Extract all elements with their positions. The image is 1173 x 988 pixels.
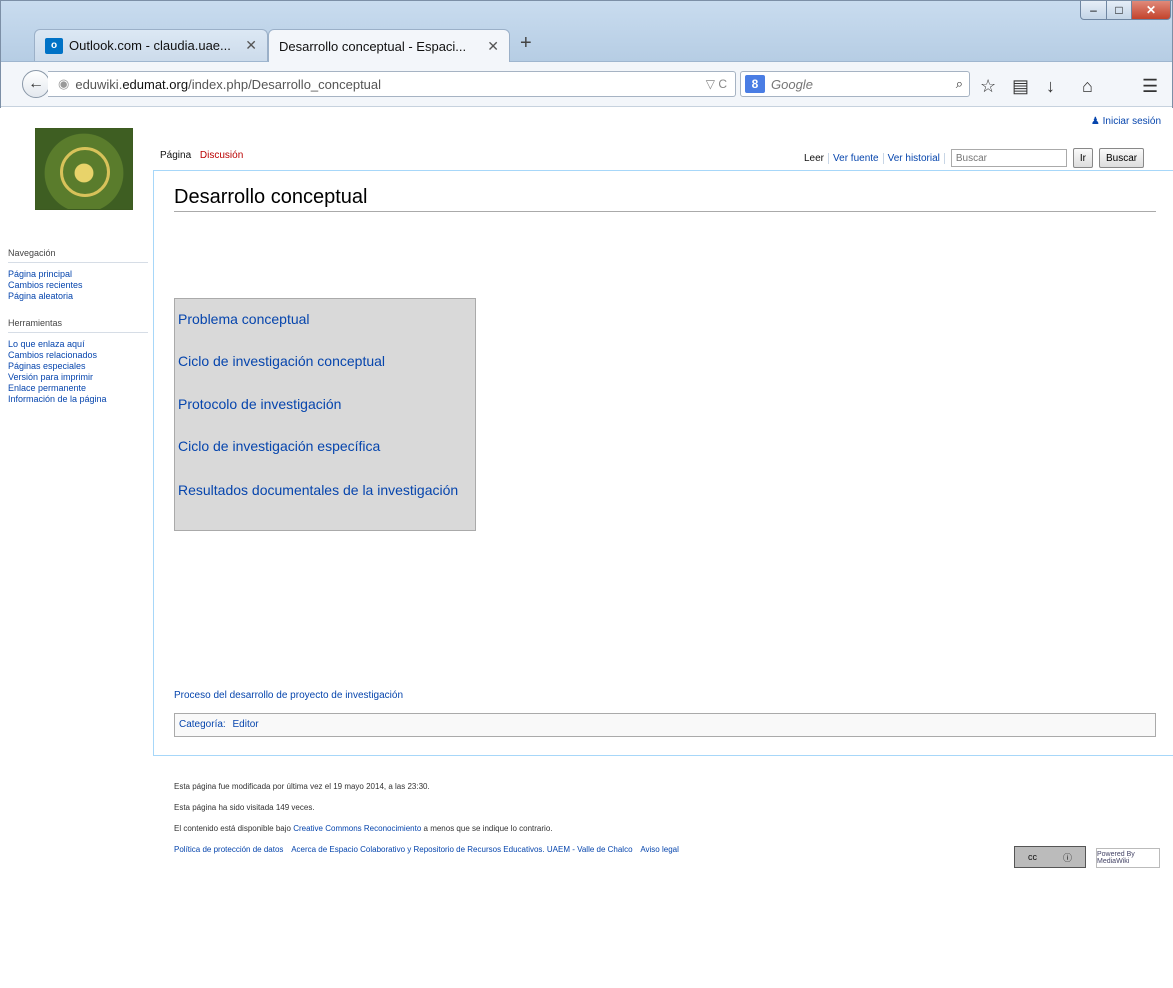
mediawiki-label: Powered By MediaWiki xyxy=(1097,851,1135,865)
logo-seal xyxy=(60,147,110,197)
url-bar[interactable]: ◉ eduwiki. edumat.org/index.php/Desarroll… xyxy=(48,71,736,97)
sidebar-item-special-pages[interactable]: Páginas especiales xyxy=(8,361,148,372)
sidebar-item-print-version[interactable]: Versión para imprimir xyxy=(8,372,148,383)
category-box: Categoría: Editor xyxy=(174,713,1156,737)
tab-discussion[interactable]: Discusión xyxy=(200,150,243,161)
about-link[interactable]: Acerca de Espacio Colaborativo y Reposit… xyxy=(291,845,632,854)
sidebar-heading: Herramientas xyxy=(8,318,148,333)
cc-license-badge[interactable]: cc ⓘ xyxy=(1014,846,1086,868)
sidebar-navigation: Navegación Página principal Cambios reci… xyxy=(8,248,148,302)
tab-outlook[interactable]: o Outlook.com - claudia.uae... ✕ xyxy=(34,29,268,61)
page-title: Desarrollo conceptual xyxy=(174,186,1156,212)
search-button[interactable]: Buscar xyxy=(1098,148,1145,168)
view-tabs: Leer Ver fuente Ver historial Ir Buscar xyxy=(800,148,1145,168)
sidebar-heading: Navegación xyxy=(8,248,148,263)
url-domain: edumat.org xyxy=(122,76,189,92)
sidebar-item-permanent-link[interactable]: Enlace permanente xyxy=(8,383,148,394)
site-logo[interactable] xyxy=(35,128,133,210)
category-editor-link[interactable]: Editor xyxy=(232,719,258,730)
footer-license: El contenido está disponible bajo Creati… xyxy=(174,824,685,833)
close-icon[interactable]: ✕ xyxy=(487,38,499,55)
globe-icon: ◉ xyxy=(58,76,70,91)
minimize-button[interactable]: – xyxy=(1080,0,1107,20)
search-placeholder: Google xyxy=(771,76,813,92)
category-label[interactable]: Categoría: xyxy=(179,719,226,730)
sidebar-tools: Herramientas Lo que enlaza aquí Cambios … xyxy=(8,318,148,405)
login-label: Iniciar sesión xyxy=(1102,116,1161,127)
by-icon: ⓘ xyxy=(1062,852,1072,863)
back-icon[interactable]: ← xyxy=(22,70,50,98)
license-link[interactable]: Creative Commons Reconocimiento xyxy=(293,824,421,833)
url-prefix: eduwiki. xyxy=(75,76,123,92)
link-problema-conceptual[interactable]: Problema conceptual xyxy=(178,311,310,327)
new-tab-icon[interactable]: + xyxy=(520,32,532,55)
sidebar-item-page-info[interactable]: Información de la página xyxy=(8,394,148,405)
footer-links: Política de protección de datos Acerca d… xyxy=(174,845,685,854)
tab-label: Outlook.com - claudia.uae... xyxy=(69,38,231,53)
page-content: ♟ Iniciar sesión Navegación Página princ… xyxy=(0,108,1173,988)
bookmarks-icon[interactable]: ▤ xyxy=(1012,76,1029,97)
cc-icon: cc xyxy=(1027,852,1037,862)
home-icon[interactable]: ⌂ xyxy=(1082,76,1093,97)
tab-page[interactable]: Página xyxy=(160,150,191,161)
link-resultados[interactable]: Resultados documentales de la investigac… xyxy=(178,482,458,498)
mediawiki-badge[interactable]: Powered By MediaWiki xyxy=(1096,848,1160,868)
sidebar-item-what-links-here[interactable]: Lo que enlaza aquí xyxy=(8,339,148,350)
menu-icon[interactable]: ☰ xyxy=(1142,76,1158,97)
tab-view-history[interactable]: Ver historial xyxy=(884,152,945,164)
tab-view-source[interactable]: Ver fuente xyxy=(829,152,884,164)
download-icon[interactable]: ↓ xyxy=(1046,76,1055,97)
page-tabs: Página Discusión xyxy=(160,150,249,161)
bookmark-star-icon[interactable]: ☆ xyxy=(980,76,996,97)
license-post: a menos que se indique lo contrario. xyxy=(423,824,553,833)
search-icon[interactable]: ⌕ xyxy=(956,76,963,92)
footer: Esta página fue modificada por última ve… xyxy=(174,782,685,866)
link-ciclo-conceptual[interactable]: Ciclo de investigación conceptual xyxy=(178,353,385,369)
wiki-search-input[interactable] xyxy=(950,149,1067,167)
privacy-link[interactable]: Política de protección de datos xyxy=(174,845,283,854)
disclaimer-link[interactable]: Aviso legal xyxy=(640,845,679,854)
outlook-icon: o xyxy=(45,37,63,54)
sidebar-item-recent-changes[interactable]: Cambios recientes xyxy=(8,280,148,291)
footer-visits: Esta página ha sido visitada 149 veces. xyxy=(174,803,315,812)
license-pre: El contenido está disponible bajo xyxy=(174,824,291,833)
login-link[interactable]: ♟ Iniciar sesión xyxy=(1091,116,1161,127)
links-box: Problema conceptual Ciclo de investigaci… xyxy=(174,298,476,531)
sidebar: Navegación Página principal Cambios reci… xyxy=(8,248,148,421)
close-window-button[interactable]: ✕ xyxy=(1131,0,1171,20)
navigation-toolbar: ← ◉ eduwiki. edumat.org/index.php/Desarro… xyxy=(0,62,1173,107)
go-button[interactable]: Ir xyxy=(1072,148,1093,168)
tab-read[interactable]: Leer xyxy=(800,152,830,164)
search-input[interactable]: 8 Google ⌕ xyxy=(740,71,970,97)
footer-modified: Esta página fue modificada por última ve… xyxy=(174,782,430,791)
link-ciclo-especifica[interactable]: Ciclo de investigación específica xyxy=(178,438,380,454)
tab-label: Desarrollo conceptual - Espaci... xyxy=(279,38,467,54)
search-engine-icon[interactable]: 8 xyxy=(745,75,765,93)
sidebar-item-related-changes[interactable]: Cambios relacionados xyxy=(8,350,148,361)
tab-desarrollo[interactable]: Desarrollo conceptual - Espaci... ✕ xyxy=(268,29,510,62)
link-protocolo[interactable]: Protocolo de investigación xyxy=(178,396,341,412)
close-icon[interactable]: ✕ xyxy=(245,37,257,54)
sidebar-item-main-page[interactable]: Página principal xyxy=(8,269,148,280)
url-path: /index.php/Desarrollo_conceptual xyxy=(188,76,382,92)
sidebar-item-random-page[interactable]: Página aleatoria xyxy=(8,291,148,302)
reload-icon[interactable]: ▽ C xyxy=(706,77,727,91)
maximize-button[interactable]: □ xyxy=(1106,0,1132,20)
process-link[interactable]: Proceso del desarrollo de proyecto de in… xyxy=(174,690,403,701)
